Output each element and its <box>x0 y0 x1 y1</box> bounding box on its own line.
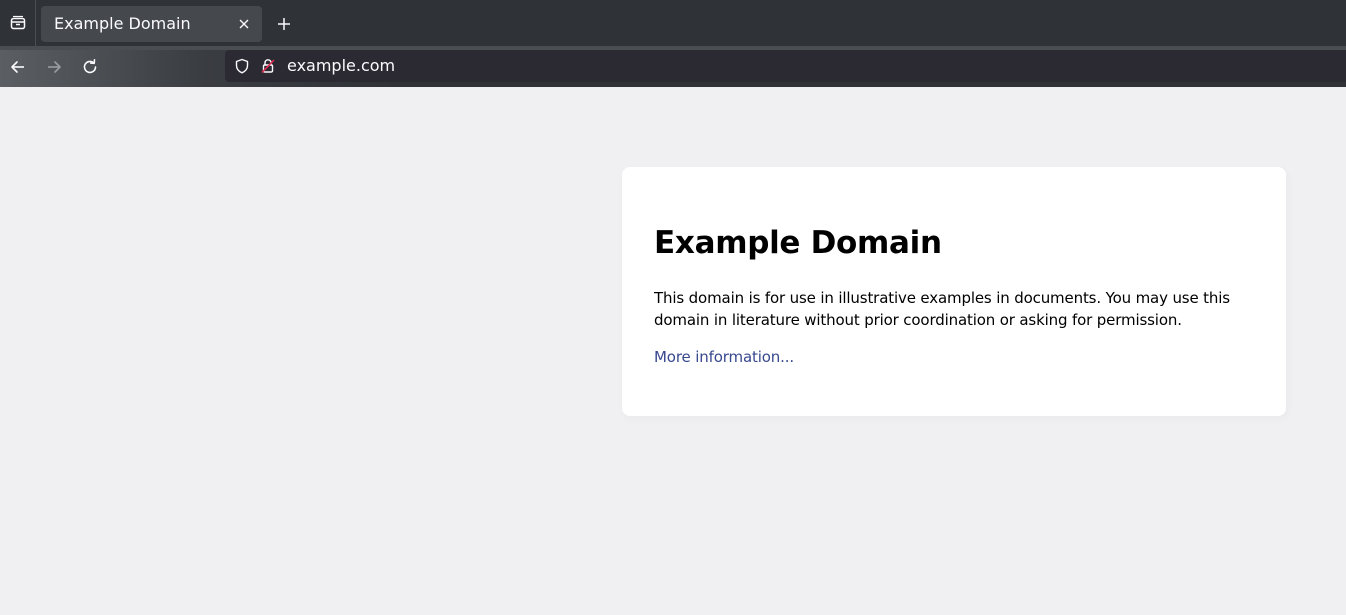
active-tab[interactable]: Example Domain <box>41 6 262 42</box>
lock-icon[interactable] <box>259 57 277 75</box>
page-viewport: Example Domain This domain is for use in… <box>0 87 1346 615</box>
tab-strip: Example Domain <box>0 0 1346 46</box>
reload-icon <box>81 58 99 76</box>
back-button[interactable] <box>5 54 31 80</box>
address-bar[interactable]: example.com <box>225 50 1346 82</box>
more-information-link[interactable]: More information... <box>654 346 794 368</box>
url-text[interactable]: example.com <box>287 57 395 75</box>
tab-list-button[interactable] <box>0 0 36 46</box>
tab-title: Example Domain <box>54 14 191 33</box>
content-card: Example Domain This domain is for use in… <box>622 167 1286 416</box>
tab-list-icon <box>9 14 27 32</box>
shield-icon[interactable] <box>233 57 251 75</box>
page-description: This domain is for use in illustrative e… <box>654 289 1230 329</box>
new-tab-button[interactable] <box>270 10 298 38</box>
arrow-left-icon <box>9 58 27 76</box>
close-icon <box>238 18 250 30</box>
toolbar-divider <box>0 46 1346 50</box>
forward-button[interactable] <box>41 54 67 80</box>
page-title: Example Domain <box>654 225 942 261</box>
close-tab-button[interactable] <box>234 14 254 34</box>
navigation-toolbar: example.com <box>0 46 1346 87</box>
plus-icon <box>276 16 292 32</box>
arrow-right-icon <box>45 58 63 76</box>
reload-button[interactable] <box>77 54 103 80</box>
